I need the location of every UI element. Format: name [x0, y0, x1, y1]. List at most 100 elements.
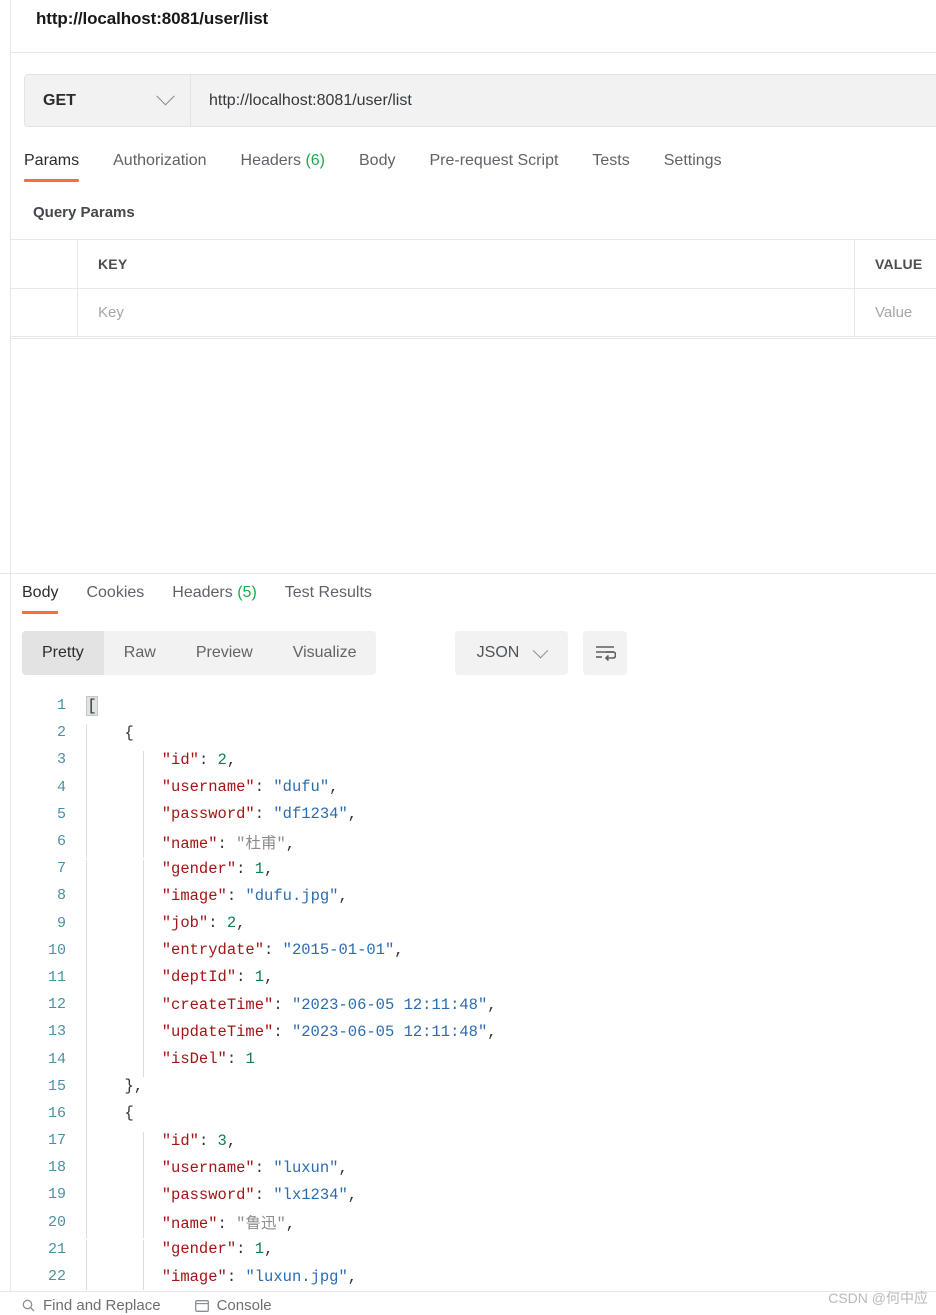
http-method-selector[interactable]: GET — [25, 75, 191, 126]
code-line-content: "name": "鲁迅", — [78, 1211, 936, 1239]
response-format-selector[interactable]: JSON — [455, 631, 568, 675]
response-tab-headers[interactable]: Headers (5) — [172, 580, 256, 614]
console-button[interactable]: Console — [194, 1297, 272, 1314]
code-token: : — [208, 914, 227, 933]
tab-label: Headers — [240, 152, 301, 169]
tab-label: Test Results — [284, 584, 372, 601]
indent-guide — [86, 830, 87, 858]
csdn-watermark: CSDN @何中应 — [828, 1290, 928, 1306]
line-number: 5 — [56, 805, 66, 823]
code-line-content: [ — [78, 695, 936, 716]
code-token: "2023-06-05 12:11:48" — [291, 995, 488, 1014]
indent-guide — [143, 830, 144, 858]
code-token: , — [226, 1131, 237, 1150]
tab-settings[interactable]: Settings — [664, 148, 722, 182]
http-method-label: GET — [43, 91, 76, 109]
view-mode-raw[interactable]: Raw — [104, 631, 176, 675]
view-mode-label: Raw — [123, 644, 156, 661]
code-token: "deptId" — [161, 968, 237, 987]
key-header-label: KEY — [98, 256, 128, 272]
code-token: "id" — [161, 750, 199, 769]
response-body-code-viewer[interactable]: 1 [2 {3 "id": 2, 4 "username": "dufu", 5 "… — [0, 692, 936, 1290]
view-mode-pretty[interactable]: Pretty — [22, 631, 104, 675]
indent-guide — [86, 995, 87, 1023]
tab-label: Pre-request Script — [429, 152, 559, 169]
response-tab-body[interactable]: Body — [22, 580, 59, 614]
indent-guide — [143, 1050, 144, 1078]
view-mode-preview[interactable]: Preview — [176, 631, 273, 675]
tab-label: Body — [22, 584, 59, 601]
code-line: 6 "name": "杜甫", — [0, 828, 936, 858]
code-token: : — [236, 859, 255, 878]
table-header-row: KEY VALUE — [11, 240, 936, 289]
tab-label: Settings — [663, 152, 722, 169]
code-line-content: { — [78, 723, 936, 751]
url-input-value: http://localhost:8081/user/list — [209, 91, 412, 109]
line-number: 14 — [47, 1050, 66, 1068]
code-token: "luxun.jpg" — [245, 1267, 348, 1286]
response-tab-cookies[interactable]: Cookies — [86, 580, 144, 614]
line-number: 8 — [56, 887, 66, 905]
code-line-content: "gender": 1, — [78, 859, 936, 887]
tab-params[interactable]: Params — [24, 148, 80, 182]
code-token: 2 — [217, 750, 227, 769]
code-line-content: "id": 2, — [78, 750, 936, 779]
tab-headers[interactable]: Headers (6) — [241, 148, 325, 182]
request-title: http://localhost:8081/user/list — [36, 9, 269, 28]
code-line-content: "createTime": "2023-06-05 12:11:48", — [78, 995, 936, 1023]
title-divider — [11, 52, 936, 53]
view-mode-visualize[interactable]: Visualize — [273, 631, 377, 675]
code-line-content: "id": 3, — [78, 1131, 936, 1159]
code-line: 17 "id": 3, — [0, 1127, 936, 1159]
code-token: "entrydate" — [161, 941, 265, 960]
find-and-replace-button[interactable]: Find and Replace — [22, 1297, 161, 1314]
table-row[interactable]: Key Value — [11, 289, 936, 336]
key-input-cell[interactable]: Key — [78, 289, 855, 336]
word-wrap-toggle[interactable] — [583, 631, 627, 675]
indent-guide — [86, 1050, 87, 1078]
response-tab-test-results[interactable]: Test Results — [285, 580, 372, 614]
row-checkbox-cell[interactable] — [11, 289, 78, 336]
tab-authorization[interactable]: Authorization — [113, 148, 206, 182]
code-token: , — [329, 778, 339, 797]
code-token: 3 — [217, 1131, 227, 1150]
code-line-content: "gender": 1, — [78, 1240, 936, 1268]
code-line-content: "image": "luxun.jpg", — [78, 1267, 936, 1290]
code-line: 21 "gender": 1, — [0, 1236, 936, 1268]
code-line-content: "isDel": 1 — [78, 1050, 936, 1078]
code-token: "username" — [161, 1158, 255, 1177]
tab-body[interactable]: Body — [359, 148, 395, 182]
line-number: 15 — [47, 1077, 66, 1095]
code-line-content: "deptId": 1, — [78, 968, 936, 996]
code-token: "luxun" — [273, 1158, 339, 1177]
code-token: 1 — [254, 859, 265, 878]
key-input-placeholder: Key — [98, 304, 124, 321]
tab-tests[interactable]: Tests — [592, 148, 629, 182]
code-token: "lx1234" — [273, 1185, 348, 1204]
indent-guide — [86, 886, 87, 915]
line-number: 10 — [47, 941, 66, 959]
tab-label: Params — [24, 152, 80, 169]
code-token: "gender" — [161, 859, 237, 878]
code-line: 2 { — [0, 719, 936, 751]
code-token: "id" — [161, 1131, 199, 1150]
tab-pre-request-script[interactable]: Pre-request Script — [429, 148, 558, 182]
console-icon — [194, 1299, 209, 1312]
line-number: 20 — [47, 1213, 66, 1231]
code-token: "gender" — [161, 1240, 237, 1259]
code-line-content: { — [78, 1104, 936, 1132]
code-token: "image" — [161, 886, 227, 905]
url-input[interactable]: http://localhost:8081/user/list — [191, 75, 936, 126]
value-input-cell[interactable]: Value — [855, 289, 936, 336]
code-token: }, — [124, 1077, 144, 1096]
code-token: , — [347, 1267, 358, 1286]
